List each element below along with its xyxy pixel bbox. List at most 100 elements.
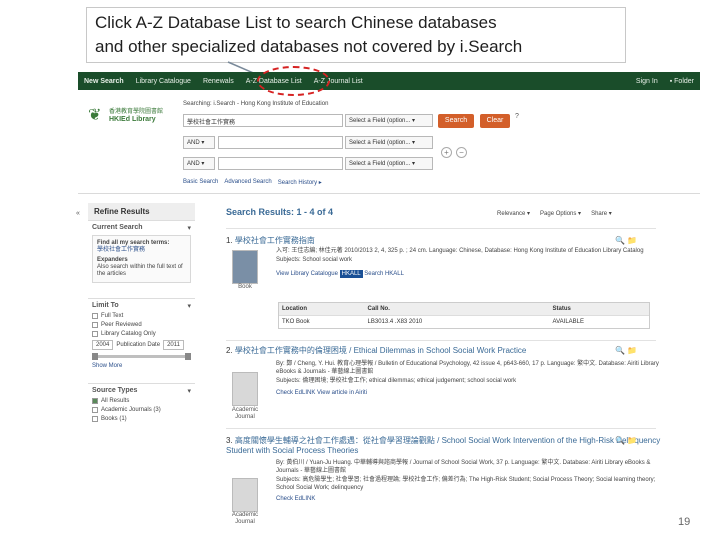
check-edlink[interactable]: Check EdLINK (276, 496, 315, 502)
journal-thumbnail[interactable] (232, 372, 258, 406)
logo-english: HKIEd Library (109, 116, 156, 123)
checkbox[interactable] (92, 416, 98, 422)
boolean-select-1[interactable]: AND ▾ (183, 136, 215, 149)
expand-icon[interactable]: ▾ (187, 224, 191, 232)
divider (78, 193, 700, 194)
source-books[interactable]: Books (1) (92, 416, 191, 422)
limit-full-text[interactable]: Full Text (92, 313, 191, 319)
top-navigation-bar: New Search Library Catalogue Renewals A-… (78, 72, 700, 90)
publication-date-row: 2004 Publication Date 2011 (92, 340, 191, 350)
boolean-select-2[interactable]: AND ▾ (183, 157, 215, 170)
record-meta: By: 黃伯川 / Yuan-Ju Huang. 中華輔導與諮商學報 / Jou… (276, 460, 651, 474)
current-search-box: Find all my search terms: 學校社會工作實務 Expan… (92, 235, 191, 283)
add-folder-icon[interactable]: 📁 (627, 236, 637, 245)
divider (226, 340, 656, 341)
search-sublinks: Basic Search Advanced Search Search Hist… (183, 179, 322, 186)
hkall-badge[interactable]: HKALL (339, 270, 363, 278)
source-collapse-icon[interactable]: ▾ (187, 387, 191, 395)
slider-handle-left[interactable] (92, 353, 98, 360)
folder-icon: ▪ (669, 77, 673, 85)
slider-handle-right[interactable] (185, 353, 191, 360)
search-input-2[interactable] (218, 136, 343, 149)
refine-title: Refine Results (88, 203, 195, 220)
checkbox[interactable] (92, 407, 98, 413)
record-number: 3. (226, 436, 233, 445)
record-meta: By: 鄭 / Cheng, Y. Hui. 教育心理學報 / Bulletin… (276, 361, 659, 375)
slide-page-number: 19 (678, 516, 691, 528)
date-from-input[interactable]: 2004 (92, 340, 114, 350)
checkbox[interactable] (92, 313, 98, 319)
show-more-link[interactable]: Show More (92, 363, 191, 369)
record-number: 1. (226, 236, 233, 245)
table-header: Location Call No. Status (279, 303, 649, 315)
nav-folder[interactable]: ▪ Folder (664, 78, 700, 85)
checkbox[interactable] (92, 322, 98, 328)
date-label: Publication Date (116, 342, 161, 348)
nav-renewals[interactable]: Renewals (197, 78, 240, 85)
search-input-3[interactable] (218, 157, 343, 170)
search-history-link[interactable]: Search History ▸ (278, 179, 322, 186)
result-record-3: 3. 高度關懷學生輔導之社會工作處遇：從社會學習理論觀點 / School So… (226, 436, 666, 503)
library-logo[interactable]: ❦ 香港教育學院圖書館 HKIEd Library (88, 106, 178, 126)
add-folder-icon[interactable]: 📁 (627, 436, 637, 445)
record-subjects: Subjects: 倫理困境; 學校社會工作; ethical dilemmas… (276, 378, 517, 384)
remove-row-icon[interactable]: − (456, 147, 467, 158)
source-all[interactable]: All Results (92, 398, 191, 404)
record-3-icons: 🔍 📁 (615, 436, 637, 445)
nav-new-search[interactable]: New Search (78, 78, 130, 85)
limit-collapse-icon[interactable]: ▾ (187, 302, 191, 310)
book-cover-image[interactable] (232, 250, 258, 284)
record-subjects: Subjects: 高危險學生; 社會學習; 社會過程理論; 學校社會工作; 偏… (276, 477, 656, 491)
nav-sign-in[interactable]: Sign In (630, 78, 664, 85)
view-airiti-link[interactable]: View article in Airiti (317, 390, 367, 396)
date-to-input[interactable]: 2011 (163, 340, 184, 350)
basic-search-link[interactable]: Basic Search (183, 179, 218, 186)
help-icon[interactable]: ? (515, 113, 519, 120)
source-academic[interactable]: Academic Journals (3) (92, 407, 191, 413)
divider (226, 428, 656, 429)
refine-panel: Refine Results Current Search ▾ Find all … (88, 203, 195, 428)
record-number: 2. (226, 346, 233, 355)
result-record-2: 2. 學校社會工作實務中的倫理困境 / Ethical Dilemmas in … (226, 346, 666, 397)
share-button[interactable]: Share ▾ (591, 210, 612, 217)
limit-to-section: Limit To ▾ Full Text Peer Reviewed Librar… (88, 298, 195, 375)
preview-icon[interactable]: 🔍 (615, 236, 625, 245)
record-2-icons: 🔍 📁 (615, 346, 637, 355)
search-hkall-link[interactable]: Search HKALL (364, 271, 404, 277)
limit-peer-reviewed[interactable]: Peer Reviewed (92, 322, 191, 328)
field-select-1[interactable]: Select a Field (option... ▾ (345, 114, 433, 127)
add-row-icon[interactable]: + (441, 147, 452, 158)
page-options[interactable]: Page Options ▾ (540, 210, 581, 217)
field-select-3[interactable]: Select a Field (option... ▾ (345, 157, 433, 170)
date-slider[interactable] (92, 353, 191, 360)
preview-icon[interactable]: 🔍 (615, 436, 625, 445)
field-select-2[interactable]: Select a Field (option... ▾ (345, 136, 433, 149)
sort-relevance[interactable]: Relevance ▾ (497, 210, 530, 217)
record-title[interactable]: 高度關懷學生輔導之社會工作處遇：從社會學習理論觀點 / School Socia… (226, 436, 660, 455)
limit-library-catalog[interactable]: Library Catalog Only (92, 331, 191, 337)
record-title[interactable]: 學校社會工作實務中的倫理困境 / Ethical Dilemmas in Sch… (235, 346, 526, 355)
result-record-1: 1. 學校社會工作實務指南 入可: 王佳志編; 林佳元著 2010/2013 2… (226, 236, 666, 278)
collapse-panel-icon[interactable]: « (76, 210, 80, 217)
az-database-highlight (257, 66, 330, 96)
record-title[interactable]: 學校社會工作實務指南 (235, 236, 315, 245)
expander-text[interactable]: Also search within the full text of the … (97, 264, 186, 278)
checkbox[interactable] (92, 331, 98, 337)
view-catalogue-link[interactable]: View Library Catalogue (276, 271, 338, 277)
journal-thumbnail[interactable] (232, 478, 258, 512)
advanced-search-link[interactable]: Advanced Search (224, 179, 271, 186)
add-folder-icon[interactable]: 📁 (627, 346, 637, 355)
nav-library-catalogue[interactable]: Library Catalogue (130, 78, 197, 85)
check-edlink[interactable]: Check EdLINK (276, 390, 315, 396)
callout-pointer (227, 61, 275, 83)
record-meta: 入可: 王佳志編; 林佳元著 2010/2013 2, 4, 325 p. ; … (276, 248, 644, 254)
checkbox-checked[interactable] (92, 398, 98, 404)
preview-icon[interactable]: 🔍 (615, 346, 625, 355)
clear-button[interactable]: Clear (480, 114, 510, 128)
current-term[interactable]: 學校社會工作實務 (97, 247, 186, 254)
expanders-label: Expanders (97, 257, 128, 263)
search-button[interactable]: Search (438, 114, 474, 128)
search-input-1[interactable]: 學校社會工作實務 (183, 114, 343, 127)
record-type: Academic Journal (231, 512, 259, 525)
record-subjects: Subjects: School social work (276, 257, 353, 263)
